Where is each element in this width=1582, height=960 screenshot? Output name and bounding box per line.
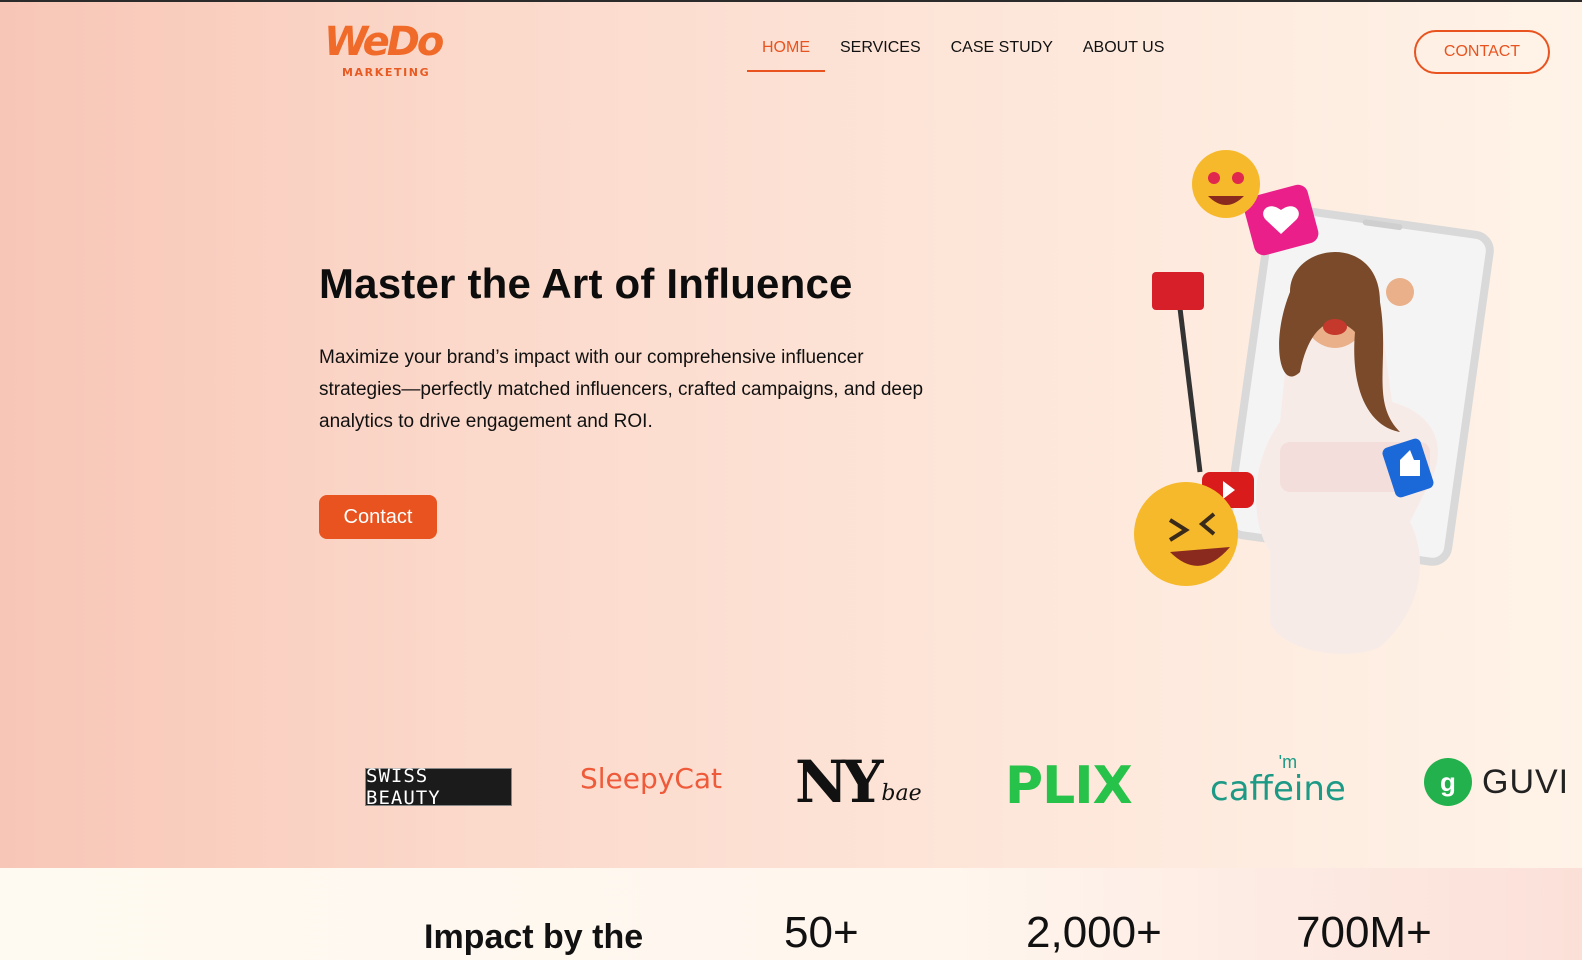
wedo-logo[interactable]: WeDo MARKETING — [324, 22, 448, 84]
nav-services[interactable]: SERVICES — [825, 38, 936, 72]
nav-case-study[interactable]: CASE STUDY — [936, 38, 1068, 72]
impact-stat: 700M+ — [1296, 908, 1432, 957]
caffeine-logo-word: caffeine — [1210, 769, 1346, 809]
contact-nav-button[interactable]: CONTACT — [1414, 30, 1550, 74]
brand-logo-nybae: NY bae — [795, 748, 922, 816]
brand-logo-strip: SWISS BEAUTY SleepyCat NY bae PLIX 'm ca… — [0, 742, 1582, 832]
brand-logo-plix: PLIX — [1005, 756, 1133, 816]
impact-stat: 2,000+ — [1026, 908, 1162, 957]
hero-description: Maximize your brand’s impact with our co… — [319, 347, 924, 432]
logo-wordmark: WeDo — [324, 19, 444, 65]
guvi-logo-word: GUVI — [1482, 762, 1570, 801]
main-nav: HOME SERVICES CASE STUDY ABOUT US — [747, 38, 1179, 72]
hero-title: Master the Art of Influence — [319, 260, 853, 307]
brand-logo-guvi: g GUVI — [1424, 758, 1569, 806]
impact-section: Impact by the 50+ 2,000+ 700M+ — [0, 868, 1582, 960]
nybae-logo-letters: NY — [795, 748, 883, 816]
heart-eyes-emoji-icon — [1192, 150, 1260, 218]
brand-logo-swiss-beauty: SWISS BEAUTY — [365, 765, 512, 809]
guvi-logo-icon: g — [1424, 758, 1472, 806]
selfie-stick-illustration — [1152, 272, 1204, 473]
nav-about-us[interactable]: ABOUT US — [1068, 38, 1180, 72]
laughing-emoji-icon — [1134, 482, 1238, 586]
influencer-illustration — [1134, 150, 1494, 654]
impact-title: Impact by the — [424, 918, 644, 956]
hero-section: WeDo MARKETING HOME SERVICES CASE STUDY … — [0, 2, 1582, 868]
hero-contact-button[interactable]: Contact — [319, 495, 437, 539]
logo-tagline: MARKETING — [342, 66, 431, 79]
brand-logo-caffeine: 'm caffeine — [1210, 752, 1346, 806]
nybae-logo-script: bae — [881, 780, 922, 806]
impact-stat: 50+ — [784, 908, 859, 957]
nav-home[interactable]: HOME — [747, 38, 825, 72]
brand-logo-sleepycat: SleepyCat — [580, 762, 723, 795]
